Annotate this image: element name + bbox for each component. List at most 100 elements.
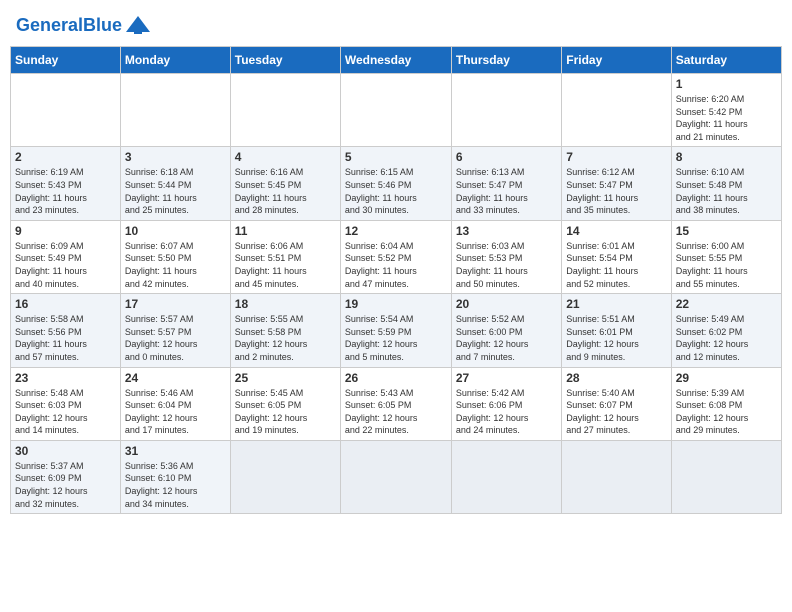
logo-text: GeneralBlue (16, 16, 122, 34)
calendar-cell: 10 Sunrise: 6:07 AM Sunset: 5:50 PM Dayli… (120, 220, 230, 293)
calendar-cell: 12 Sunrise: 6:04 AM Sunset: 5:52 PM Dayli… (340, 220, 451, 293)
day-info: Sunrise: 5:49 AM Sunset: 6:02 PM Dayligh… (676, 313, 777, 363)
calendar-cell: 23Sunrise: 5:48 AM Sunset: 6:03 PM Dayli… (11, 367, 121, 440)
week-row-6: 30 Sunrise: 5:37 AM Sunset: 6:09 PM Dayli… (11, 440, 782, 513)
col-header-wednesday: Wednesday (340, 47, 451, 74)
week-row-2: 2Sunrise: 6:19 AM Sunset: 5:43 PM Daylig… (11, 147, 782, 220)
day-info: Sunrise: 6:03 AM Sunset: 5:53 PM Dayligh… (456, 240, 557, 290)
week-row-4: 16Sunrise: 5:58 AM Sunset: 5:56 PM Dayli… (11, 294, 782, 367)
day-number: 30 (15, 444, 116, 458)
day-number: 14 (566, 224, 666, 238)
calendar-cell: 19Sunrise: 5:54 AM Sunset: 5:59 PM Dayli… (340, 294, 451, 367)
calendar-cell: 24 Sunrise: 5:46 AM Sunset: 6:04 PM Dayli… (120, 367, 230, 440)
day-info: Sunrise: 5:46 AM Sunset: 6:04 PM Dayligh… (125, 387, 226, 437)
day-info: Sunrise: 6:04 AM Sunset: 5:52 PM Dayligh… (345, 240, 447, 290)
day-number: 12 (345, 224, 447, 238)
page-header: GeneralBlue (10, 10, 782, 40)
day-number: 3 (125, 150, 226, 164)
day-info: Sunrise: 6:15 AM Sunset: 5:46 PM Dayligh… (345, 166, 447, 216)
day-info: Sunrise: 5:57 AM Sunset: 5:57 PM Dayligh… (125, 313, 226, 363)
day-info: Sunrise: 5:45 AM Sunset: 6:05 PM Dayligh… (235, 387, 336, 437)
day-info: Sunrise: 6:07 AM Sunset: 5:50 PM Dayligh… (125, 240, 226, 290)
day-info: Sunrise: 5:58 AM Sunset: 5:56 PM Dayligh… (15, 313, 116, 363)
day-number: 26 (345, 371, 447, 385)
day-number: 8 (676, 150, 777, 164)
calendar-cell (562, 440, 671, 513)
calendar-cell: 28Sunrise: 5:40 AM Sunset: 6:07 PM Dayli… (562, 367, 671, 440)
calendar-cell: 9 Sunrise: 6:09 AM Sunset: 5:49 PM Daylig… (11, 220, 121, 293)
logo-blue: Blue (83, 15, 122, 35)
day-number: 7 (566, 150, 666, 164)
calendar-cell (230, 440, 340, 513)
calendar-cell: 16Sunrise: 5:58 AM Sunset: 5:56 PM Dayli… (11, 294, 121, 367)
day-info: Sunrise: 6:19 AM Sunset: 5:43 PM Dayligh… (15, 166, 116, 216)
calendar-cell (120, 74, 230, 147)
day-number: 9 (15, 224, 116, 238)
calendar-cell: 31 Sunrise: 5:36 AM Sunset: 6:10 PM Dayli… (120, 440, 230, 513)
logo-general: General (16, 15, 83, 35)
calendar-cell (451, 74, 561, 147)
day-number: 6 (456, 150, 557, 164)
day-number: 10 (125, 224, 226, 238)
day-info: Sunrise: 5:52 AM Sunset: 6:00 PM Dayligh… (456, 313, 557, 363)
day-info: Sunrise: 6:16 AM Sunset: 5:45 PM Dayligh… (235, 166, 336, 216)
calendar-cell: 13Sunrise: 6:03 AM Sunset: 5:53 PM Dayli… (451, 220, 561, 293)
day-info: Sunrise: 6:12 AM Sunset: 5:47 PM Dayligh… (566, 166, 666, 216)
calendar-cell: 22 Sunrise: 5:49 AM Sunset: 6:02 PM Dayli… (671, 294, 781, 367)
day-info: Sunrise: 5:39 AM Sunset: 6:08 PM Dayligh… (676, 387, 777, 437)
day-info: Sunrise: 5:37 AM Sunset: 6:09 PM Dayligh… (15, 460, 116, 510)
day-info: Sunrise: 5:42 AM Sunset: 6:06 PM Dayligh… (456, 387, 557, 437)
calendar-cell: 15Sunrise: 6:00 AM Sunset: 5:55 PM Dayli… (671, 220, 781, 293)
day-info: Sunrise: 5:40 AM Sunset: 6:07 PM Dayligh… (566, 387, 666, 437)
day-info: Sunrise: 6:06 AM Sunset: 5:51 PM Dayligh… (235, 240, 336, 290)
day-info: Sunrise: 6:09 AM Sunset: 5:49 PM Dayligh… (15, 240, 116, 290)
day-info: Sunrise: 6:20 AM Sunset: 5:42 PM Dayligh… (676, 93, 777, 143)
logo: GeneralBlue (16, 14, 152, 36)
calendar-cell: 2Sunrise: 6:19 AM Sunset: 5:43 PM Daylig… (11, 147, 121, 220)
calendar-cell: 3Sunrise: 6:18 AM Sunset: 5:44 PM Daylig… (120, 147, 230, 220)
col-header-thursday: Thursday (451, 47, 561, 74)
logo-icon (124, 14, 152, 36)
day-number: 31 (125, 444, 226, 458)
calendar-header-row: SundayMondayTuesdayWednesdayThursdayFrid… (11, 47, 782, 74)
day-info: Sunrise: 5:55 AM Sunset: 5:58 PM Dayligh… (235, 313, 336, 363)
day-info: Sunrise: 5:43 AM Sunset: 6:05 PM Dayligh… (345, 387, 447, 437)
day-number: 11 (235, 224, 336, 238)
calendar-cell: 6Sunrise: 6:13 AM Sunset: 5:47 PM Daylig… (451, 147, 561, 220)
day-number: 18 (235, 297, 336, 311)
col-header-tuesday: Tuesday (230, 47, 340, 74)
col-header-sunday: Sunday (11, 47, 121, 74)
day-number: 29 (676, 371, 777, 385)
calendar-cell: 4 Sunrise: 6:16 AM Sunset: 5:45 PM Daylig… (230, 147, 340, 220)
day-number: 23 (15, 371, 116, 385)
calendar-cell (451, 440, 561, 513)
calendar-cell: 18 Sunrise: 5:55 AM Sunset: 5:58 PM Dayli… (230, 294, 340, 367)
col-header-friday: Friday (562, 47, 671, 74)
calendar-cell: 26 Sunrise: 5:43 AM Sunset: 6:05 PM Dayli… (340, 367, 451, 440)
calendar-cell: 17Sunrise: 5:57 AM Sunset: 5:57 PM Dayli… (120, 294, 230, 367)
calendar-table: SundayMondayTuesdayWednesdayThursdayFrid… (10, 46, 782, 514)
day-info: Sunrise: 5:36 AM Sunset: 6:10 PM Dayligh… (125, 460, 226, 510)
calendar-cell: 30 Sunrise: 5:37 AM Sunset: 6:09 PM Dayli… (11, 440, 121, 513)
calendar-cell: 11 Sunrise: 6:06 AM Sunset: 5:51 PM Dayli… (230, 220, 340, 293)
calendar-cell (340, 440, 451, 513)
calendar-cell (230, 74, 340, 147)
calendar-cell: 7 Sunrise: 6:12 AM Sunset: 5:47 PM Daylig… (562, 147, 671, 220)
day-number: 21 (566, 297, 666, 311)
day-info: Sunrise: 6:01 AM Sunset: 5:54 PM Dayligh… (566, 240, 666, 290)
day-number: 15 (676, 224, 777, 238)
day-number: 20 (456, 297, 557, 311)
day-number: 22 (676, 297, 777, 311)
day-number: 24 (125, 371, 226, 385)
col-header-monday: Monday (120, 47, 230, 74)
week-row-5: 23Sunrise: 5:48 AM Sunset: 6:03 PM Dayli… (11, 367, 782, 440)
calendar-cell (11, 74, 121, 147)
week-row-3: 9 Sunrise: 6:09 AM Sunset: 5:49 PM Daylig… (11, 220, 782, 293)
week-row-1: 1Sunrise: 6:20 AM Sunset: 5:42 PM Daylig… (11, 74, 782, 147)
calendar-cell: 25 Sunrise: 5:45 AM Sunset: 6:05 PM Dayli… (230, 367, 340, 440)
day-number: 4 (235, 150, 336, 164)
calendar-cell (671, 440, 781, 513)
day-info: Sunrise: 5:54 AM Sunset: 5:59 PM Dayligh… (345, 313, 447, 363)
calendar-cell: 1Sunrise: 6:20 AM Sunset: 5:42 PM Daylig… (671, 74, 781, 147)
day-number: 25 (235, 371, 336, 385)
